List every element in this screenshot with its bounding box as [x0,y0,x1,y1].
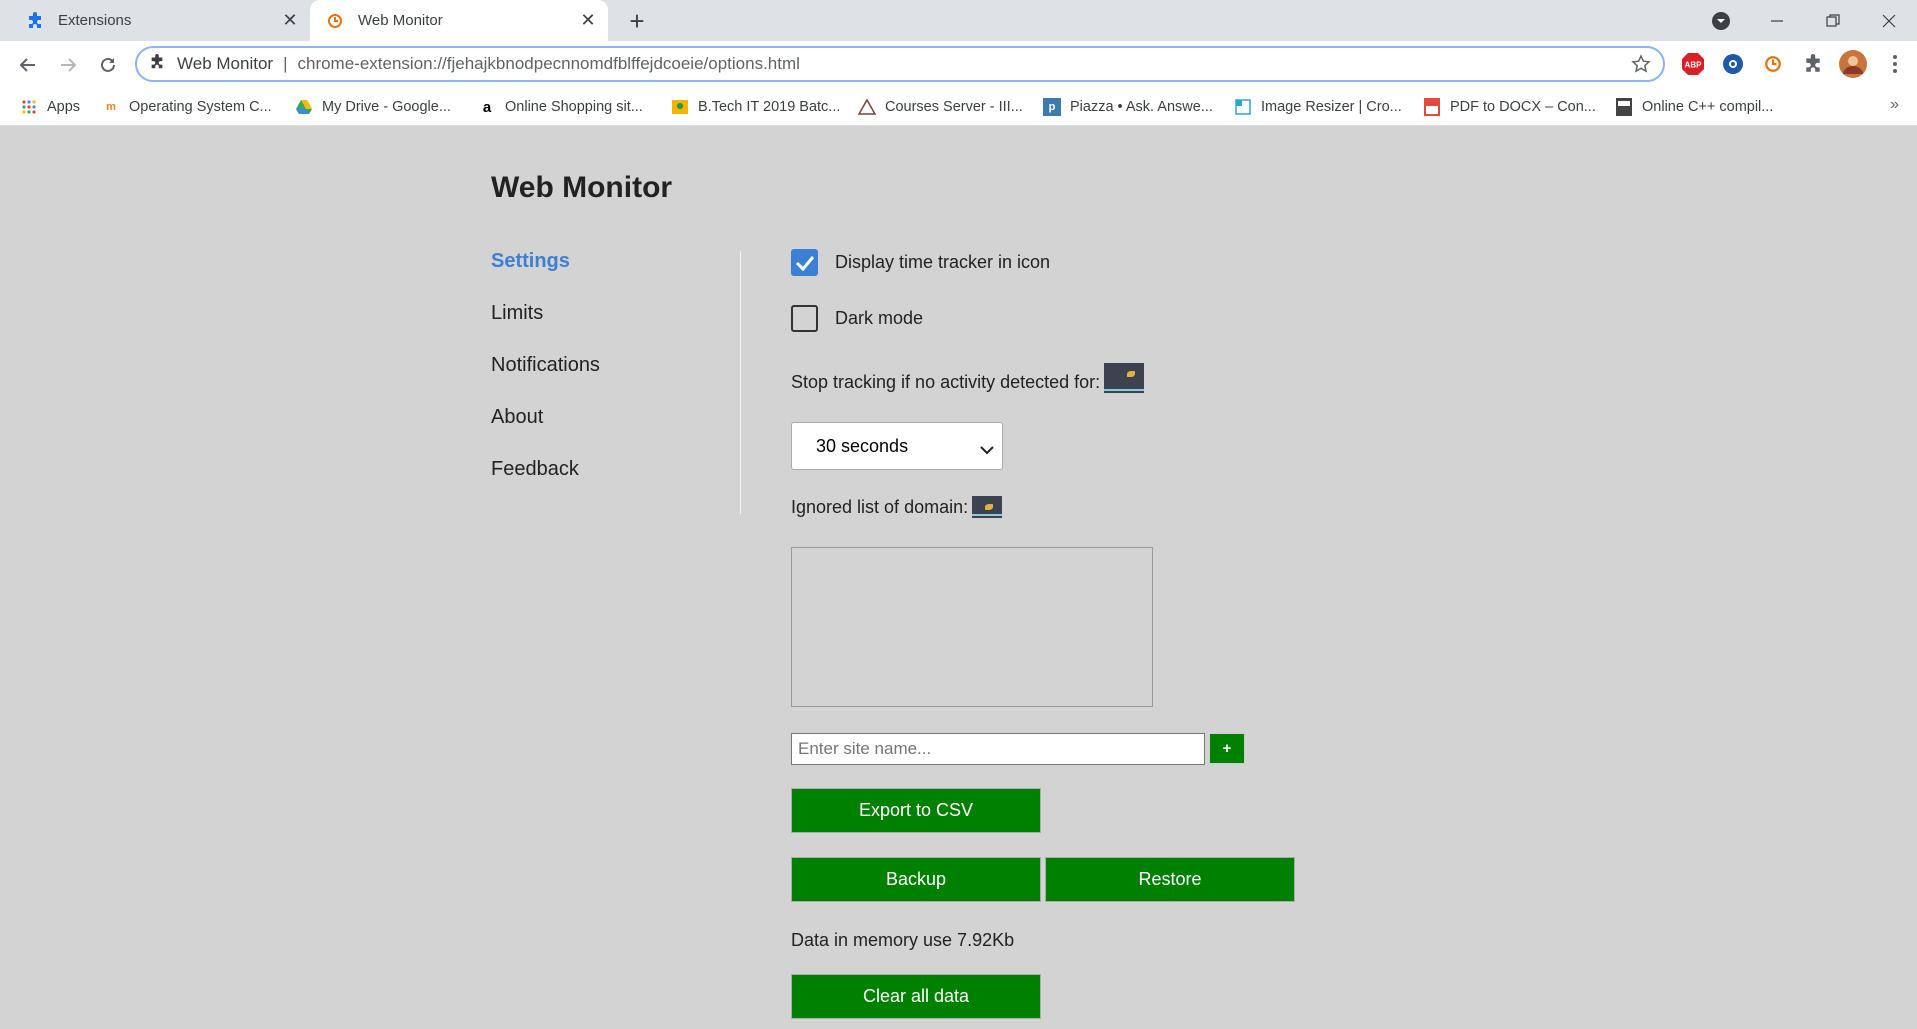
info-image-icon [1104,363,1145,393]
moodle-icon: m [106,101,116,113]
backup-button[interactable]: Backup [791,857,1041,902]
restore-icon[interactable] [1808,0,1858,41]
nav-item-limits[interactable]: Limits [491,301,600,353]
inactivity-select[interactable]: 30 seconds [791,422,1003,470]
dark-mode-row: Dark mode [791,305,923,332]
bookmark-star-icon[interactable] [1631,54,1651,79]
info-image-icon [972,496,1003,518]
privacy-icon[interactable] [1720,51,1746,77]
back-icon[interactable] [12,49,44,81]
bookmark-online-cpp[interactable]: Online C++ compil... [1615,95,1773,119]
nav-item-settings[interactable]: Settings [491,249,600,301]
bookmark-my-drive[interactable]: My Drive - Google... [295,95,451,119]
pdf-icon [1423,98,1441,116]
resizer-icon [1234,98,1252,116]
display-tracker-checkbox[interactable] [791,249,818,276]
nav-item-feedback[interactable]: Feedback [491,457,600,509]
classroom-icon [671,98,689,116]
bookmark-apps[interactable]: Apps [20,95,80,119]
tab-title: Web Monitor [358,12,443,29]
amazon-icon: a [482,98,492,116]
piazza-icon: p [1043,98,1061,116]
puzzle-icon [26,11,44,30]
export-csv-button[interactable]: Export to CSV [791,788,1041,833]
bookmark-label: Image Resizer | Cro... [1261,99,1402,115]
ignored-row: Ignored list of domain: [791,496,1003,518]
web-monitor-favicon-icon [326,12,344,30]
minimize-icon[interactable] [1752,0,1802,41]
settings-panel: Display time tracker in icon Dark mode S… [791,127,1491,1029]
bookmark-btech-batch[interactable]: B.Tech IT 2019 Batc... [671,95,840,119]
chevron-down-icon [980,439,994,460]
close-window-icon[interactable] [1864,0,1914,41]
omnibox-separator: | [283,54,288,73]
inactivity-select-value: 30 seconds [816,435,909,456]
settings-nav: Settings Limits Notifications About Feed… [491,249,600,509]
abp-label: ABP [1685,61,1703,70]
display-tracker-row: Display time tracker in icon [791,249,1050,276]
site-name-input[interactable]: Enter site name... [791,733,1205,765]
abp-icon[interactable]: ABP [1680,51,1706,77]
nav-item-about[interactable]: About [491,405,600,457]
stop-tracking-row: Stop tracking if no activity detected fo… [791,363,1145,393]
bookmark-label: Piazza • Ask. Answe... [1070,99,1213,115]
bookmark-courses-server[interactable]: Courses Server - III... [858,95,1023,119]
ignored-label: Ignored list of domain: [791,497,969,517]
avatar[interactable] [1838,49,1868,79]
tab-extensions[interactable]: Extensions ✕ [0,0,310,41]
apps-grid-icon [20,98,38,116]
bookmarks-bar: Apps m Operating System C... My Drive - … [0,88,1917,126]
close-icon[interactable]: ✕ [276,7,304,35]
url-text[interactable]: chrome-extension://fjehajkbnodpecnnomdfb… [297,54,799,74]
reload-icon[interactable] [92,49,124,81]
bookmarks-overflow-icon[interactable]: » [1890,96,1899,114]
web-monitor-icon[interactable] [1760,51,1786,77]
page-title: Web Monitor [491,171,673,204]
menu-kebab-icon[interactable] [1882,51,1908,77]
memory-usage-text: Data in memory use 7.92Kb [791,930,1015,950]
display-tracker-label: Display time tracker in icon [835,252,1051,272]
courses-icon [858,98,876,116]
bookmark-label: Operating System C... [129,99,272,115]
site-chip: Web Monitor [177,54,274,73]
bookmark-label: Apps [47,99,81,115]
options-page: Web Monitor Settings Limits Notification… [0,127,1917,1029]
restore-button[interactable]: Restore [1045,857,1295,902]
bookmark-piazza[interactable]: p Piazza • Ask. Answe... [1043,95,1213,119]
bookmark-label: B.Tech IT 2019 Batc... [698,99,841,115]
ignored-domains-list[interactable] [791,547,1153,707]
bookmark-label: Online Shopping sit... [505,99,643,115]
dark-mode-label: Dark mode [835,308,924,328]
extensions-puzzle-icon[interactable] [1800,51,1826,77]
tab-title: Extensions [58,12,132,29]
browser-toolbar: Web Monitor | chrome-extension://fjehajk… [0,41,1917,88]
ide-icon [1615,98,1633,116]
bookmark-online-shopping[interactable]: a Online Shopping sit... [478,95,643,119]
dark-mode-checkbox[interactable] [791,305,818,332]
address-bar[interactable]: Web Monitor | chrome-extension://fjehajk… [135,46,1665,82]
puzzle-icon [149,53,165,75]
add-site-button[interactable]: + [1209,733,1245,764]
tab-web-monitor[interactable]: Web Monitor ✕ [310,0,608,41]
bookmark-label: Courses Server - III... [885,99,1023,115]
bookmark-image-resizer[interactable]: Image Resizer | Cro... [1234,95,1402,119]
nav-item-notifications[interactable]: Notifications [491,353,600,405]
stop-tracking-label: Stop tracking if no activity detected fo… [791,372,1101,392]
close-icon[interactable]: ✕ [574,7,602,35]
bookmark-label: PDF to DOCX – Con... [1450,99,1596,115]
tab-search-icon[interactable] [1709,9,1733,33]
clear-all-data-button[interactable]: Clear all data [791,974,1041,1019]
nav-divider [740,251,741,514]
bookmark-pdf-to-docx[interactable]: PDF to DOCX – Con... [1423,95,1596,119]
new-tab-button[interactable]: + [622,6,652,36]
drive-icon [295,98,313,116]
forward-icon[interactable] [52,49,84,81]
tab-strip: Extensions ✕ Web Monitor ✕ + [0,0,1917,41]
bookmark-operating-system[interactable]: m Operating System C... [102,95,272,119]
bookmark-label: My Drive - Google... [322,99,451,115]
bookmark-label: Online C++ compil... [1642,99,1774,115]
